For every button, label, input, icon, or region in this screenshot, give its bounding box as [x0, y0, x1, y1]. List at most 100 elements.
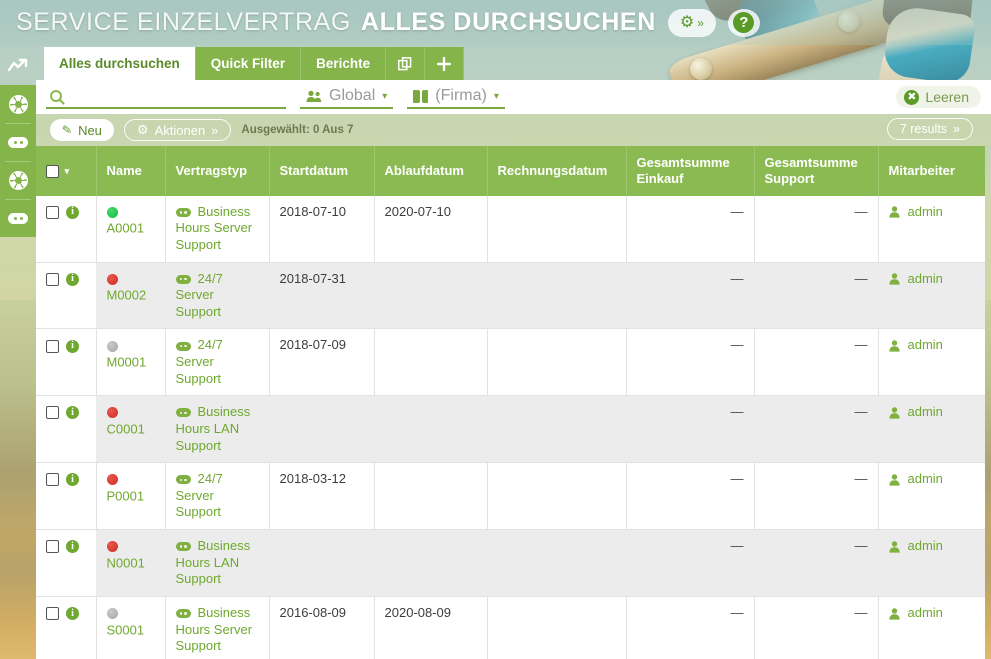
row-checkbox[interactable] — [46, 540, 59, 554]
user-icon — [888, 474, 900, 486]
sidebar-item-contracts-2[interactable] — [0, 199, 36, 237]
employee-link[interactable]: admin — [908, 605, 943, 620]
table-row[interactable]: i A0001 Business Hours Server Support 2018-… — [36, 195, 985, 263]
employee-link[interactable]: admin — [908, 271, 943, 286]
row-select-cell[interactable]: i — [36, 262, 96, 330]
cell-name[interactable]: S0001 — [96, 596, 166, 659]
cell-vertragstyp[interactable]: 24/7 Server Support — [165, 262, 269, 330]
row-checkbox[interactable] — [46, 607, 59, 621]
col-header-rechnungsdatum[interactable]: Rechnungsdatum — [487, 146, 627, 196]
cell-vertragstyp[interactable]: Business Hours Server Support — [165, 596, 270, 659]
info-icon[interactable]: i — [66, 607, 79, 621]
cell-mitarbeiter[interactable]: admin — [878, 195, 985, 263]
table-row[interactable]: i M0002 24/7 Server Support 2018-07-31 — — adm… — [36, 262, 985, 330]
results-count-button[interactable]: 7 results » — [886, 118, 973, 140]
clear-button[interactable]: ✖ Leeren — [896, 86, 981, 108]
employee-link[interactable]: admin — [908, 538, 943, 553]
cell-name[interactable]: C0001 — [96, 395, 165, 464]
table-row[interactable]: i M0001 24/7 Server Support 2018-07-09 — — adm… — [36, 328, 985, 397]
add-tab-button[interactable] — [425, 47, 465, 80]
sidebar-item-service-2[interactable] — [0, 161, 36, 199]
sidebar-item-analytics[interactable] — [0, 45, 36, 85]
cell-mitarbeiter[interactable]: admin — [878, 262, 985, 330]
info-icon[interactable]: i — [66, 272, 79, 286]
cell-mitarbeiter[interactable]: admin — [878, 395, 985, 464]
col-header-mitarbeiter[interactable]: Mitarbeiter — [878, 146, 985, 196]
employee-link[interactable]: admin — [908, 471, 943, 486]
info-icon[interactable]: i — [66, 406, 79, 420]
actions-button[interactable]: ⚙ Aktionen » — [123, 119, 232, 141]
row-checkbox[interactable] — [46, 205, 59, 219]
cell-name[interactable]: A0001 — [96, 195, 166, 263]
wheel-settings-icon — [8, 170, 28, 190]
scope-global-select[interactable]: Global ▾ — [300, 85, 394, 109]
name-link[interactable]: P0001 — [107, 488, 145, 503]
cell-vertragstyp[interactable]: Business Hours Server Support — [165, 195, 270, 263]
cell-name[interactable]: P0001 — [96, 462, 166, 531]
col-header-ablaufdatum[interactable]: Ablaufdatum — [374, 146, 488, 196]
row-select-cell[interactable]: i — [36, 328, 97, 397]
cell-vertragstyp[interactable]: 24/7 Server Support — [165, 328, 270, 397]
employee-link[interactable]: admin — [908, 337, 943, 352]
info-icon[interactable]: i — [66, 339, 79, 353]
col-header-gesamtsumme-einkauf[interactable]: Gesamtsumme Einkauf — [626, 146, 755, 196]
name-link[interactable]: S0001 — [107, 622, 145, 637]
row-select-cell[interactable]: i — [36, 195, 97, 263]
row-select-cell[interactable]: i — [36, 462, 97, 531]
sidebar-item-service-1[interactable] — [0, 85, 36, 123]
row-select-cell[interactable]: i — [36, 395, 96, 464]
cell-name[interactable]: M0002 — [96, 262, 165, 330]
new-button[interactable]: ✎ Neu — [50, 119, 114, 141]
select-all-checkbox[interactable] — [46, 164, 59, 178]
col-header-name[interactable]: Name — [96, 146, 166, 196]
row-select-cell[interactable]: i — [36, 596, 97, 659]
col-header-startdatum[interactable]: Startdatum — [269, 146, 375, 196]
col-header-gesamtsumme-support[interactable]: Gesamtsumme Support — [754, 146, 879, 196]
row-checkbox[interactable] — [46, 473, 59, 487]
name-link[interactable]: M0001 — [107, 354, 147, 369]
cell-mitarbeiter[interactable]: admin — [878, 596, 985, 659]
employee-link[interactable]: admin — [908, 404, 943, 419]
name-link[interactable]: A0001 — [107, 221, 145, 236]
cell-mitarbeiter[interactable]: admin — [878, 328, 985, 397]
cell-name[interactable]: M0001 — [96, 328, 166, 397]
info-icon[interactable]: i — [66, 205, 79, 219]
scope-company-select[interactable]: (Firma) ▾ — [407, 85, 505, 109]
cell-mitarbeiter[interactable]: admin — [878, 529, 985, 597]
info-icon[interactable]: i — [66, 540, 79, 554]
cell-vertragstyp[interactable]: Business Hours LAN Support — [165, 395, 269, 464]
cell-vertragstyp[interactable]: 24/7 Server Support — [165, 462, 270, 531]
duplicate-tab-button[interactable] — [386, 47, 426, 80]
settings-button[interactable]: ⚙ » — [667, 8, 716, 37]
name-link[interactable]: C0001 — [107, 421, 145, 436]
col-header-vertragstyp[interactable]: Vertragstyp — [165, 146, 270, 196]
table-row[interactable]: i S0001 Business Hours Server Support 2016-… — [36, 596, 985, 659]
row-checkbox[interactable] — [46, 406, 59, 420]
status-badge — [106, 273, 118, 285]
row-checkbox[interactable] — [46, 272, 59, 286]
tab-quick-filter[interactable]: Quick Filter — [195, 47, 302, 80]
name-link[interactable]: N0001 — [107, 555, 145, 570]
table-row[interactable]: i N0001 Business Hours LAN Support — — admin — [36, 529, 985, 597]
cell-gesamtsumme-support: — — [754, 529, 878, 597]
cell-gesamtsumme-support: — — [754, 395, 878, 464]
tab-bar: Alles durchsuchen Quick Filter Berichte — [36, 45, 991, 80]
row-select-cell[interactable]: i — [36, 529, 96, 597]
search-input[interactable] — [68, 88, 282, 104]
row-checkbox[interactable] — [46, 339, 59, 353]
user-icon — [888, 273, 900, 285]
tab-berichte[interactable]: Berichte — [301, 47, 387, 80]
table-row[interactable]: i C0001 Business Hours LAN Support — — admin — [36, 395, 985, 464]
employee-link[interactable]: admin — [908, 204, 943, 219]
cell-name[interactable]: N0001 — [96, 529, 165, 597]
name-link[interactable]: M0002 — [107, 287, 147, 302]
help-button[interactable]: ? — [727, 8, 760, 37]
cell-vertragstyp[interactable]: Business Hours LAN Support — [165, 529, 269, 597]
table-row[interactable]: i P0001 24/7 Server Support 2018-03-12 — — adm… — [36, 462, 985, 531]
cell-mitarbeiter[interactable]: admin — [878, 462, 985, 531]
select-all-header[interactable]: ▾ — [36, 146, 97, 196]
search-field-wrap[interactable] — [46, 85, 286, 109]
sidebar-item-contracts-1[interactable] — [0, 123, 36, 161]
info-icon[interactable]: i — [66, 473, 79, 487]
tab-alles-durchsuchen[interactable]: Alles durchsuchen — [44, 47, 196, 80]
